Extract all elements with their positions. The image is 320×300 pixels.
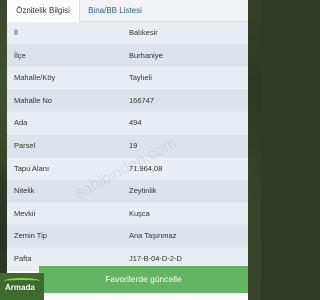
tab-building-list[interactable]: Bina/BB Listesi xyxy=(80,0,150,22)
logo-text: Armada xyxy=(5,283,35,292)
table-row: Mevkii Kuşca xyxy=(7,202,248,226)
attribute-panel: Öznitelik Bilgisi Bina/BB Listesi İl Balı… xyxy=(7,0,248,300)
update-favorites-button[interactable]: Favorilerde güncelle xyxy=(39,266,248,293)
table-row: Zemin Tip Ana Taşınmaz xyxy=(7,225,248,248)
row-value: 166747 xyxy=(129,95,155,105)
row-value: Ana Taşınmaz xyxy=(129,231,177,241)
row-value: Kuşca xyxy=(129,208,150,218)
attribute-table: İl Balıkesir İlçe Burhaniye Mahalle/Köy Tay… xyxy=(7,22,248,271)
table-row: Mahalle No 166747 xyxy=(7,89,248,113)
tab-bar: Öznitelik Bilgisi Bina/BB Listesi xyxy=(7,0,248,22)
row-label: Mevkii xyxy=(14,208,36,218)
row-label: Zemin Tip xyxy=(14,231,47,241)
table-row: Ada 494 xyxy=(7,112,248,135)
row-value: Taylıeli xyxy=(129,73,152,83)
table-row: Nitelik Zeytinlik xyxy=(7,180,248,203)
table-row: Mahalle/Köy Taylıeli xyxy=(7,67,248,90)
armada-logo: Armada xyxy=(0,273,44,300)
table-row: İlçe Burhaniye xyxy=(7,44,248,68)
row-label: Mahalle No xyxy=(14,95,52,105)
row-label: Nitelik xyxy=(14,186,35,196)
row-label: Pafta xyxy=(14,253,32,263)
row-label: İlçe xyxy=(14,50,26,60)
table-row: Parsel 19 xyxy=(7,134,248,158)
tab-attribute-info[interactable]: Öznitelik Bilgisi xyxy=(7,0,80,22)
row-value: Zeytinlik xyxy=(129,186,157,196)
row-label: Parsel xyxy=(14,140,36,150)
row-value: 494 xyxy=(129,118,142,128)
row-label: İl xyxy=(14,28,18,37)
row-label: Ada xyxy=(14,118,28,128)
row-value: Balıkesir xyxy=(129,28,158,37)
table-row: İl Balıkesir xyxy=(7,22,248,45)
row-label: Tapu Alanı xyxy=(14,163,50,173)
row-value: Burhaniye xyxy=(129,50,163,60)
row-label: Mahalle/Köy xyxy=(14,73,56,83)
